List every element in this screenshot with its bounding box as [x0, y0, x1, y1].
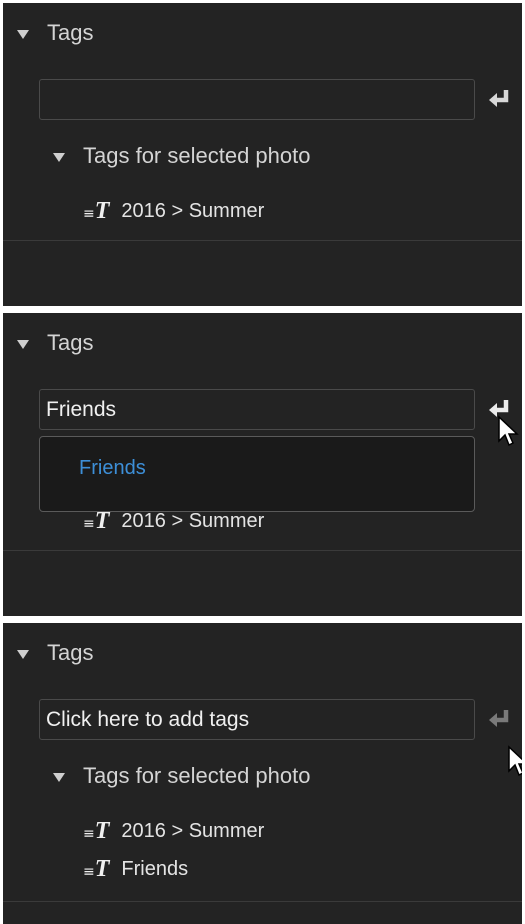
tag-input-field[interactable] — [39, 79, 475, 120]
text-tag-icon: ≡ T — [83, 855, 110, 882]
tags-section-header[interactable]: Tags — [17, 639, 93, 667]
tag-item[interactable]: ≡ T 2016 > Summer — [83, 198, 264, 224]
tags-section-header[interactable]: Tags — [17, 329, 93, 357]
tags-panel-empty: Tags Tags for selected photo ≡ T 2016 > S… — [3, 3, 522, 306]
tag-input-field[interactable]: Friends — [39, 389, 475, 430]
tags-section-header[interactable]: Tags — [17, 19, 93, 47]
tag-label: 2016 > Summer — [121, 819, 265, 842]
divider — [3, 550, 522, 551]
tag-label: Friends — [121, 857, 189, 880]
subsection-title: Tags for selected photo — [83, 143, 311, 168]
tags-panel-added: Tags Click here to add tags Tags for sel… — [3, 623, 522, 924]
collapse-triangle-icon — [53, 772, 65, 782]
collapse-triangle-icon — [17, 339, 29, 349]
tags-for-selected-photo-header[interactable]: Tags for selected photo — [53, 142, 310, 170]
tags-section-title: Tags — [47, 640, 94, 665]
collapse-triangle-icon — [17, 649, 29, 659]
tag-suggestion-dropdown: Friends — [39, 436, 475, 512]
tag-item[interactable]: ≡ T Friends — [83, 856, 188, 882]
tags-section-title: Tags — [47, 20, 94, 45]
suggestion-item[interactable]: Friends — [79, 457, 146, 480]
tags-for-selected-photo-header[interactable]: Tags for selected photo — [53, 762, 310, 790]
mouse-pointer-icon — [508, 745, 522, 777]
tag-label: 2016 > Summer — [121, 509, 265, 532]
tags-panel-typing: Tags Friends Friends ≡ T 2016 > Summer — [3, 313, 522, 616]
enter-return-icon[interactable] — [487, 87, 513, 113]
tag-item[interactable]: ≡ T 2016 > Summer — [83, 818, 264, 844]
divider — [3, 240, 522, 241]
divider — [3, 901, 522, 902]
mouse-pointer-icon — [498, 415, 519, 447]
text-tag-icon: ≡ T — [83, 817, 110, 844]
tags-section-title: Tags — [47, 330, 94, 355]
collapse-triangle-icon — [17, 29, 29, 39]
text-tag-icon: ≡ T — [83, 197, 110, 224]
tag-input-field[interactable]: Click here to add tags — [39, 699, 475, 740]
collapse-triangle-icon — [53, 152, 65, 162]
enter-return-icon[interactable] — [487, 707, 513, 733]
tag-label: 2016 > Summer — [121, 199, 265, 222]
subsection-title: Tags for selected photo — [83, 763, 311, 788]
